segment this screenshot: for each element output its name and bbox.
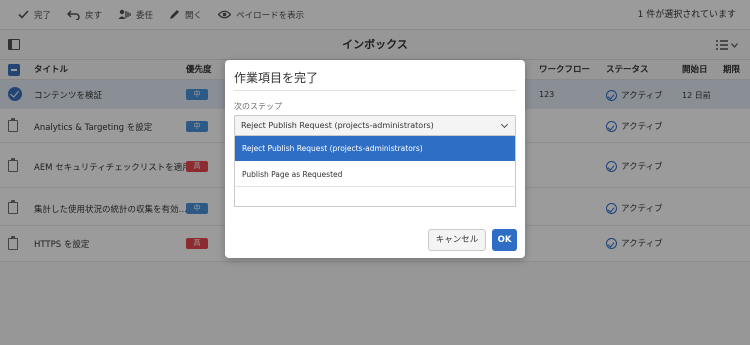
chevron-down-icon	[500, 120, 509, 129]
comment-field[interactable]	[234, 186, 516, 207]
dialog-title: 作業項目を完了	[234, 71, 319, 85]
next-step-selected-value: Reject Publish Request (projects-adminis…	[241, 121, 434, 130]
complete-work-item-dialog: 作業項目を完了 次のステップ Reject Publish Request (p…	[225, 60, 525, 258]
ok-button[interactable]: OK	[492, 229, 517, 251]
option-reject-publish-request[interactable]: Reject Publish Request (projects-adminis…	[235, 136, 515, 161]
next-step-label: 次のステップ	[234, 102, 282, 111]
cancel-button[interactable]: キャンセル	[428, 229, 486, 251]
inbox-app: 完了 戻す 委任 開く ペイロードを表示 1 件が選択されています インボックス	[0, 0, 750, 345]
option-publish-page[interactable]: Publish Page as Requested	[235, 162, 515, 187]
dialog-divider	[234, 90, 516, 91]
next-step-options: Reject Publish Request (projects-adminis…	[234, 136, 516, 187]
next-step-select[interactable]: Reject Publish Request (projects-adminis…	[234, 115, 516, 136]
